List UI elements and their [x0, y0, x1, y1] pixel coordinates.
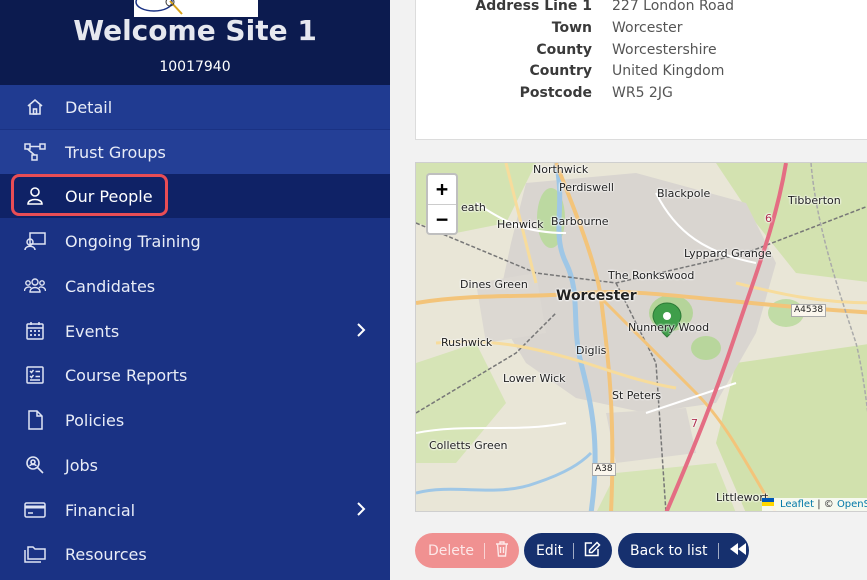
search-icon — [24, 454, 46, 476]
site-code: 10017940 — [159, 59, 231, 75]
sidebar-item-label: Resources — [65, 544, 147, 564]
attribution-separator: | © — [817, 499, 834, 510]
address-row: Postcode WR5 2JG — [416, 85, 867, 107]
sidebar-item-detail[interactable]: Detail — [0, 85, 390, 129]
sidebar-header: Welcome Site 1 10017940 — [0, 0, 390, 85]
address-label: Town — [551, 20, 592, 36]
sidebar-item-candidates[interactable]: Candidates — [0, 264, 390, 308]
map-label: Northwick — [533, 163, 589, 176]
back-label: Back to list — [630, 542, 708, 559]
button-separator — [573, 542, 575, 559]
map-label: Lyppard Grange — [684, 247, 772, 260]
address-row: Address Line 1 227 London Road — [416, 0, 867, 20]
sidebar-item-label: Candidates — [65, 276, 156, 296]
folders-icon — [24, 543, 46, 565]
edit-label: Edit — [536, 542, 564, 559]
sidebar-item-label: Ongoing Training — [65, 231, 201, 251]
map-label: Colletts Green — [429, 439, 508, 452]
address-label: County — [536, 42, 592, 58]
address-row: County Worcestershire — [416, 42, 867, 64]
map-label: Nunnery Wood — [628, 321, 710, 334]
road-sign: A38 — [592, 463, 616, 476]
sidebar-item-jobs[interactable]: Jobs — [0, 443, 390, 487]
training-icon — [24, 230, 46, 252]
map-label: Blackpole — [657, 187, 711, 200]
delete-label: Delete — [428, 542, 474, 559]
back-to-list-button[interactable]: Back to list — [618, 533, 749, 568]
sidebar-item-label: Detail — [65, 97, 113, 117]
map-label: Diglis — [576, 344, 607, 357]
sidebar-item-events[interactable]: Events — [0, 309, 390, 353]
map-label: The Ronkswood — [608, 269, 695, 282]
calendar-icon — [24, 320, 46, 342]
map-label: St Peters — [612, 389, 662, 402]
leaflet-link[interactable]: Leaflet — [780, 499, 814, 510]
sidebar-item-trust-groups[interactable]: Trust Groups — [0, 130, 390, 174]
checklist-icon — [24, 364, 46, 386]
map-label: Worcester — [556, 288, 637, 304]
map-label: Lower Wick — [503, 372, 566, 385]
users-group-icon — [24, 275, 46, 297]
map-label: Rushwick — [441, 336, 493, 349]
sidebar-item-label: Jobs — [65, 455, 98, 475]
chevron-right-icon — [356, 501, 366, 521]
map-attribution: Leaflet | © OpenS — [761, 498, 867, 511]
zoom-in-button[interactable]: + — [428, 175, 456, 205]
address-label: Address Line 1 — [475, 0, 592, 14]
address-label: Postcode — [519, 85, 592, 101]
map-label: Tibberton — [788, 194, 841, 207]
sidebar-item-resources[interactable]: Resources — [0, 532, 390, 576]
selection-highlight — [11, 174, 168, 216]
sidebar-item-label: Trust Groups — [65, 142, 166, 162]
button-separator — [484, 542, 485, 559]
rewind-icon — [729, 542, 747, 560]
map-label: Perdiswell — [559, 181, 614, 194]
sidebar-item-ongoing-training[interactable]: Ongoing Training — [0, 219, 390, 263]
address-row: Country United Kingdom — [416, 63, 867, 85]
button-separator — [717, 542, 719, 559]
trash-icon — [495, 540, 509, 561]
document-icon — [24, 409, 46, 431]
sidebar-item-financial[interactable]: Financial — [0, 488, 390, 532]
map-label: eath — [461, 201, 486, 214]
edit-button[interactable]: Edit — [524, 533, 612, 568]
address-value: Worcester — [612, 20, 683, 36]
delete-button[interactable]: Delete — [415, 533, 519, 568]
chevron-right-icon — [356, 322, 366, 342]
home-icon — [24, 96, 46, 118]
map-label: Barbourne — [551, 215, 609, 228]
hierarchy-icon — [24, 141, 46, 163]
zoom-out-button[interactable]: − — [428, 205, 456, 234]
sidebar-item-label: Events — [65, 321, 120, 341]
site-title: Welcome Site 1 — [73, 14, 317, 47]
address-row: Town Worcester — [416, 20, 867, 42]
sidebar-item-label: Financial — [65, 500, 136, 520]
address-value: WR5 2JG — [612, 85, 673, 101]
sidebar: Welcome Site 1 10017940 Detail Trust Gro… — [0, 0, 390, 580]
edit-icon — [584, 540, 601, 561]
road-sign: A4538 — [791, 304, 827, 317]
sidebar-item-label: Course Reports — [65, 365, 188, 385]
sidebar-item-label: Policies — [65, 410, 125, 430]
road-number: 6 — [765, 212, 772, 225]
address-value: United Kingdom — [612, 63, 725, 79]
osm-link[interactable]: OpenS — [837, 499, 867, 510]
address-value: Worcestershire — [612, 42, 717, 58]
address-value: 227 London Road — [612, 0, 735, 14]
sidebar-item-course-reports[interactable]: Course Reports — [0, 353, 390, 397]
map-label: Littlewort — [716, 491, 769, 504]
location-map[interactable]: Northwick Perdiswell Blackpole Tibberton… — [415, 162, 867, 512]
ukraine-flag-icon — [761, 498, 778, 508]
map-label: Henwick — [497, 218, 544, 231]
road-number: 7 — [691, 417, 698, 430]
address-card: Address Line 1 227 London Road Town Worc… — [415, 0, 867, 140]
zoom-control: + − — [426, 173, 458, 235]
map-label: Dines Green — [460, 278, 528, 291]
credit-card-icon — [24, 499, 46, 521]
address-label: Country — [529, 63, 592, 79]
sidebar-item-policies[interactable]: Policies — [0, 398, 390, 442]
